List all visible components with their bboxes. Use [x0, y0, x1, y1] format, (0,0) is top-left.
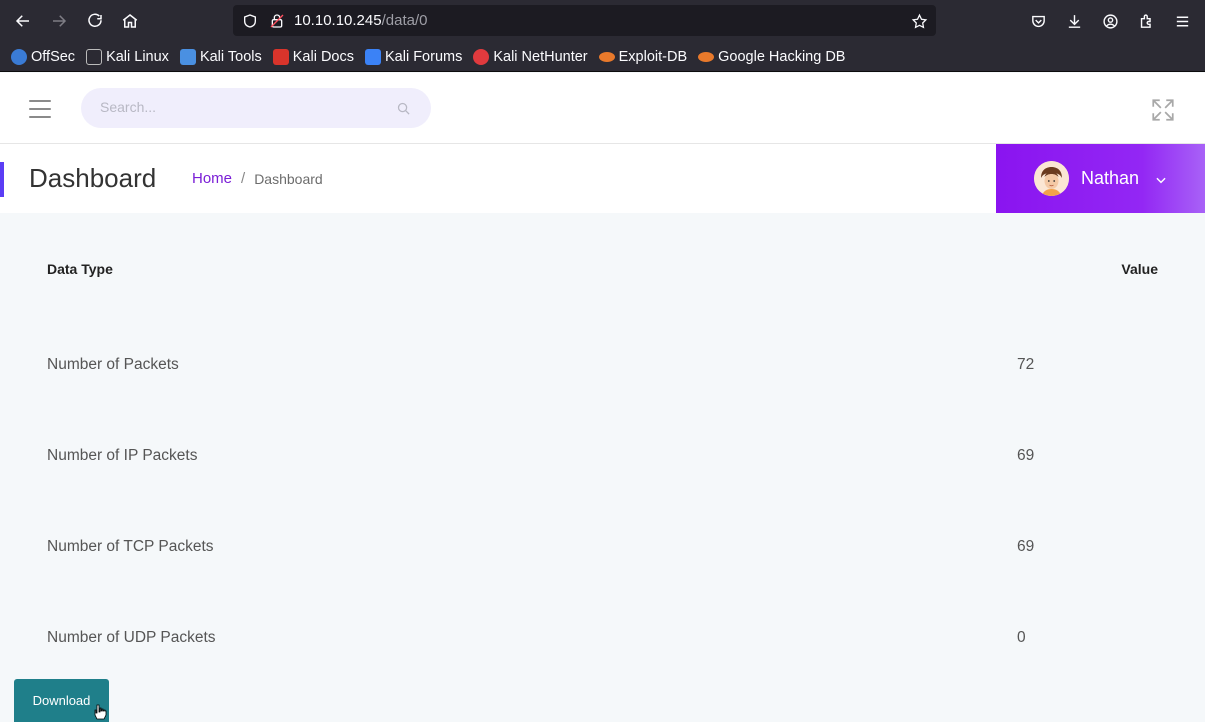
url-bar[interactable]: 10.10.10.245/data/0: [233, 5, 936, 36]
kali-dragon-icon: [86, 48, 103, 65]
avatar: [1034, 161, 1069, 196]
row-value: 0: [1017, 629, 1026, 646]
offsec-icon: [11, 48, 27, 65]
row-label: Number of UDP Packets: [47, 629, 216, 646]
pocket-icon[interactable]: [1028, 11, 1048, 31]
hand-cursor-icon: [94, 704, 107, 720]
reload-icon[interactable]: [83, 9, 107, 33]
row-value: 69: [1017, 538, 1035, 555]
insecure-lock-icon[interactable]: [268, 12, 286, 30]
chevron-down-icon[interactable]: [1154, 173, 1168, 187]
back-icon[interactable]: [11, 9, 35, 33]
fullscreen-expand-icon[interactable]: [1150, 97, 1176, 123]
url-text[interactable]: 10.10.10.245/data/0: [294, 12, 427, 29]
extensions-icon[interactable]: [1136, 11, 1156, 31]
bookmark-kali-forums[interactable]: Kali Forums: [364, 48, 462, 65]
shield-icon[interactable]: [241, 12, 259, 30]
menu-icon[interactable]: [1172, 11, 1192, 31]
breadcrumb-home-link[interactable]: Home: [192, 170, 232, 187]
row-label: Number of TCP Packets: [47, 538, 214, 555]
bookmark-kali-docs[interactable]: Kali Docs: [272, 48, 354, 65]
bookmark-star-icon[interactable]: [910, 12, 928, 30]
bookmark-kali-nethunter[interactable]: Kali NetHunter: [473, 48, 588, 65]
user-name: Nathan: [1081, 168, 1140, 188]
forward-icon[interactable]: [47, 9, 71, 33]
home-icon[interactable]: [118, 9, 142, 33]
row-value: 69: [1017, 447, 1035, 464]
bookmark-google-hacking-db[interactable]: Google Hacking DB: [698, 49, 845, 65]
search-input[interactable]: [100, 99, 380, 115]
search-box: [81, 88, 431, 128]
page-title-bar: Dashboard Home / Dashboard Nathan: [0, 144, 1205, 213]
bookmark-offsec[interactable]: OffSec: [11, 48, 75, 65]
hamburger-menu-icon[interactable]: [29, 100, 51, 118]
app-header: [0, 73, 1205, 144]
title-accent-bar: [0, 162, 4, 197]
ghdb-icon: [698, 51, 715, 62]
bookmark-kali-linux[interactable]: Kali Linux: [86, 48, 169, 65]
breadcrumb: Home / Dashboard: [192, 170, 323, 187]
kali-docs-icon: [272, 48, 289, 65]
bookmarks-bar: OffSec Kali Linux Kali Tools Kali Docs K…: [0, 42, 1205, 72]
downloads-icon[interactable]: [1064, 11, 1084, 31]
bookmark-exploit-db[interactable]: Exploit-DB: [598, 49, 687, 65]
browser-toolbar: 10.10.10.245/data/0: [0, 0, 1205, 42]
bookmark-kali-tools[interactable]: Kali Tools: [179, 48, 262, 65]
row-label: Number of Packets: [47, 356, 179, 373]
row-value: 72: [1017, 356, 1035, 373]
account-icon[interactable]: [1100, 11, 1120, 31]
data-table: Data Type Value Number of Packets 72 Num…: [0, 213, 1205, 722]
kali-forums-icon: [364, 48, 381, 65]
column-header-data-type: Data Type: [47, 261, 113, 277]
nethunter-icon: [473, 48, 490, 65]
breadcrumb-separator: /: [241, 170, 246, 187]
exploit-db-icon: [598, 51, 615, 62]
kali-tools-icon: [179, 48, 196, 65]
user-menu[interactable]: Nathan: [996, 144, 1205, 213]
column-header-value: Value: [1121, 261, 1158, 277]
page-title: Dashboard: [29, 163, 157, 193]
row-label: Number of IP Packets: [47, 447, 198, 464]
breadcrumb-current: Dashboard: [254, 170, 323, 187]
search-icon[interactable]: [396, 101, 411, 116]
